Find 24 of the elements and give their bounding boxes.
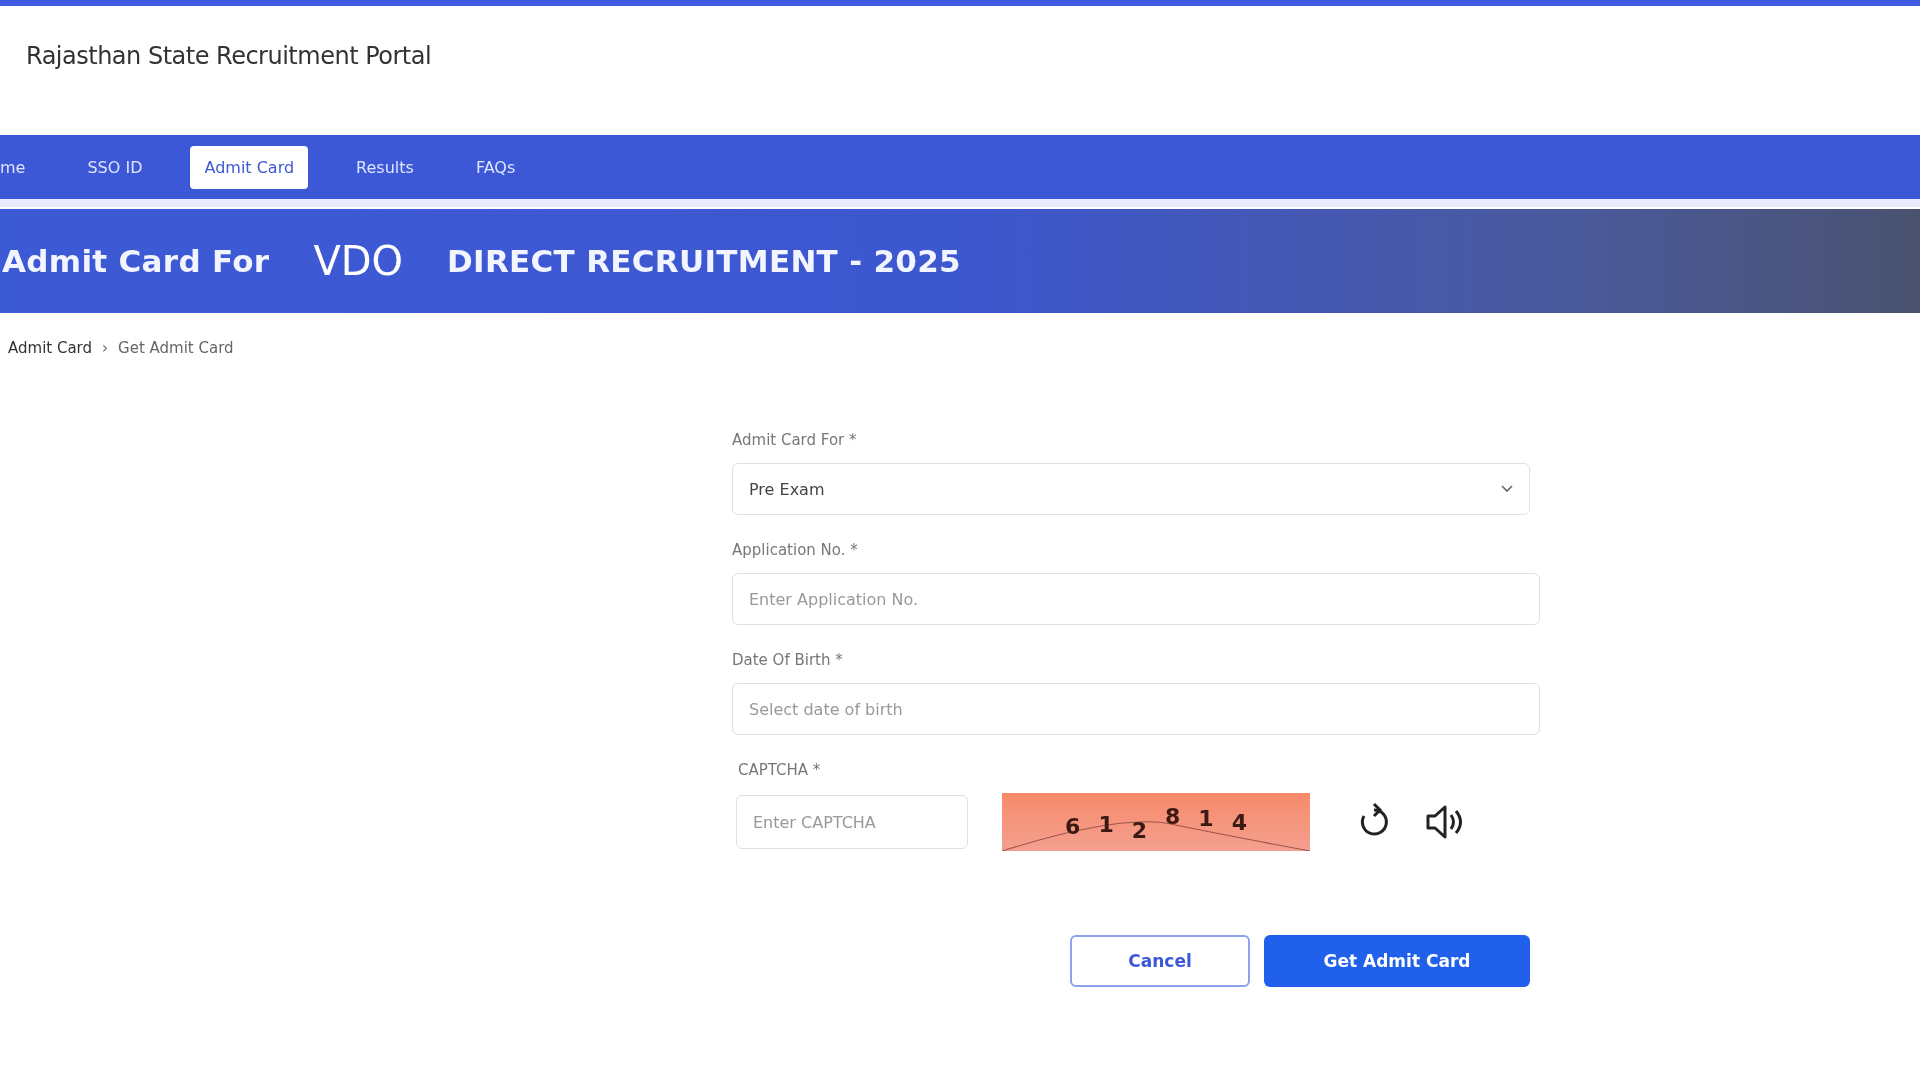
banner-heading: Admit Card For [2, 243, 270, 279]
field-label: Application No. * [732, 541, 859, 559]
cancel-button[interactable]: Cancel [1070, 935, 1250, 987]
input-field[interactable]: Select date of birth [732, 683, 1540, 735]
field-label: CAPTCHA * [738, 761, 822, 779]
captcha-image: 6 1 2 8 1 4 [1002, 793, 1310, 851]
submit-button[interactable]: Get Admit Card [1264, 935, 1530, 987]
nav-tab[interactable]: SSO ID [73, 145, 157, 189]
select-field[interactable]: Pre Exam [732, 463, 1530, 515]
breadcrumb-link[interactable]: Get Admit Card [118, 339, 234, 357]
recruitment-name: DIRECT RECRUITMENT - 2025 [447, 243, 961, 279]
nav-tab[interactable]: Admit Card [190, 145, 309, 189]
portal-title: Rajasthan State Recruitment Portal [26, 42, 432, 70]
chevron-down-icon [1501, 485, 1513, 493]
nav-tab[interactable]: me [0, 145, 40, 189]
breadcrumb-link[interactable]: Admit Card [8, 339, 93, 357]
nav-tab[interactable]: Results [342, 145, 428, 189]
nav-tab[interactable]: FAQs [461, 145, 530, 189]
captcha-input[interactable]: Enter CAPTCHA [736, 795, 968, 849]
field-label: Date Of Birth * [732, 651, 844, 669]
field-label: Admit Card For * [732, 431, 858, 449]
post-name: VDO [313, 238, 404, 284]
input-field[interactable]: Enter Application No. [732, 573, 1540, 625]
breadcrumb-separator: › [102, 339, 109, 357]
